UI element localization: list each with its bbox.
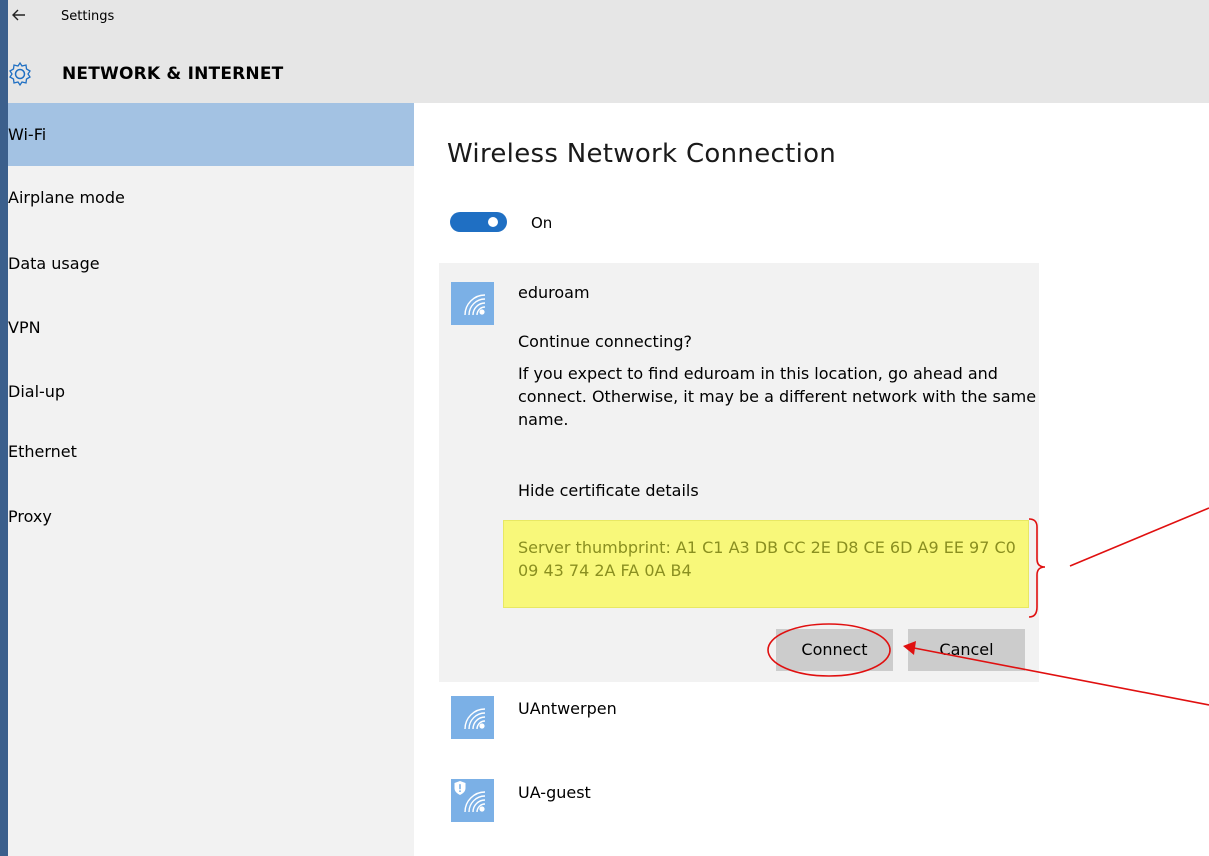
sidebar-item-dial-up[interactable]: Dial-up — [8, 360, 414, 423]
sidebar-item-wifi[interactable]: Wi-Fi — [8, 103, 414, 166]
network-description: If you expect to find eduroam in this lo… — [518, 364, 1037, 429]
sidebar-item-label: Proxy — [8, 507, 52, 526]
settings-window: Settings NETWORK & INTERNET Wi-Fi Airpla… — [8, 0, 1209, 856]
toggle-state-label: On — [531, 214, 553, 232]
page-header: NETWORK & INTERNET — [8, 35, 1209, 103]
network-name: UAntwerpen — [518, 699, 617, 718]
network-name: UA-guest — [518, 783, 591, 802]
sidebar-item-label: Airplane mode — [8, 188, 125, 207]
gear-icon — [9, 61, 31, 87]
toggle-knob — [488, 217, 498, 227]
network-name: eduroam — [518, 283, 590, 302]
network-item-eduroam-expanded[interactable]: eduroam Continue connecting? If you expe… — [439, 263, 1039, 682]
wifi-signal-icon — [451, 779, 494, 822]
connect-button[interactable]: Connect — [776, 629, 893, 671]
sidebar-item-label: Ethernet — [8, 442, 77, 461]
sidebar-item-proxy[interactable]: Proxy — [8, 485, 414, 548]
page-title: Wireless Network Connection — [447, 139, 837, 169]
section-title: NETWORK & INTERNET — [62, 64, 284, 84]
window-title: Settings — [61, 9, 115, 24]
back-arrow-icon — [12, 9, 25, 21]
sidebar-item-ethernet[interactable]: Ethernet — [8, 420, 414, 483]
hide-certificate-link[interactable]: Hide certificate details — [518, 481, 699, 500]
wifi-toggle[interactable] — [450, 212, 507, 232]
sidebar: Wi-Fi Airplane mode Data usage VPN Dial-… — [8, 103, 414, 856]
wifi-signal-icon — [451, 282, 494, 325]
sidebar-item-data-usage[interactable]: Data usage — [8, 232, 414, 295]
certificate-thumbprint: Server thumbprint: A1 C1 A3 DB CC 2E D8 … — [503, 520, 1029, 608]
sidebar-item-vpn[interactable]: VPN — [8, 296, 414, 359]
sidebar-item-airplane-mode[interactable]: Airplane mode — [8, 166, 414, 229]
sidebar-item-label: VPN — [8, 318, 41, 337]
sidebar-item-label: Dial-up — [8, 382, 66, 401]
sidebar-item-label: Data usage — [8, 254, 100, 273]
wifi-signal-icon — [451, 696, 494, 739]
shield-icon — [454, 781, 466, 795]
sidebar-item-label: Wi-Fi — [8, 125, 47, 144]
main-content: Wireless Network Connection On eduroam C… — [414, 103, 1209, 856]
continue-prompt: Continue connecting? — [518, 332, 693, 351]
title-bar: Settings — [8, 0, 1209, 35]
cancel-button[interactable]: Cancel — [908, 629, 1025, 671]
back-button[interactable] — [10, 4, 36, 30]
